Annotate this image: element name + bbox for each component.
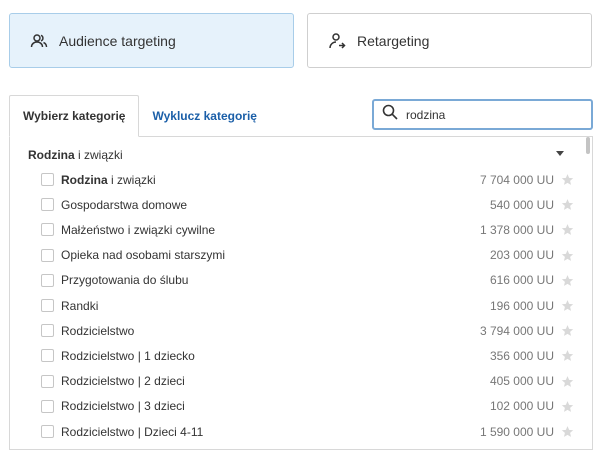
category-name: Gospodarstwa domowe: [61, 198, 490, 212]
category-name: Rodzicielstwo | 1 dziecko: [61, 349, 490, 363]
category-row[interactable]: Randki 196 000 UU: [41, 293, 574, 318]
category-name-match: Rodzina: [61, 172, 108, 187]
category-count: 7 704 000 UU: [479, 172, 554, 187]
category-checkbox[interactable]: [41, 299, 54, 312]
category-tabs: Wybierz kategorię Wyklucz kategorię: [9, 95, 270, 137]
tab-exclude-category[interactable]: Wyklucz kategorię: [139, 95, 269, 137]
category-row[interactable]: Rodzicielstwo | Dzieci 4-11 1 590 000 UU: [41, 419, 574, 444]
category-count: 356 000 UU: [489, 348, 554, 363]
star-icon[interactable]: [561, 249, 574, 262]
category-checkbox[interactable]: [41, 324, 54, 338]
retargeting-icon: [327, 31, 347, 51]
category-checkbox[interactable]: [41, 248, 54, 262]
category-name-rest: Rodzicielstwo: [61, 323, 135, 338]
category-name-rest: Opieka nad osobami starszymi: [61, 248, 226, 263]
category-count: 1 590 000 UU: [479, 424, 554, 439]
category-name-rest: Gospodarstwa domowe: [61, 197, 188, 212]
star-icon[interactable]: [561, 375, 574, 388]
star-icon[interactable]: [561, 299, 574, 312]
star-icon[interactable]: [561, 349, 574, 362]
category-name-rest: i związki: [107, 172, 156, 187]
group-header-bold: Rodzina: [28, 148, 75, 162]
category-count: 405 000 UU: [489, 374, 554, 389]
category-checkbox[interactable]: [41, 198, 54, 212]
star-icon[interactable]: [561, 173, 574, 186]
tab-select-category[interactable]: Wybierz kategorię: [9, 95, 140, 137]
star-icon[interactable]: [561, 400, 574, 413]
category-count: 540 000 UU: [489, 197, 554, 212]
star-icon[interactable]: [561, 274, 574, 287]
category-count: 3 794 000 UU: [479, 323, 554, 338]
category-count: 1 378 000 UU: [479, 222, 554, 237]
category-row[interactable]: Rodzicielstwo | 3 dzieci 102 000 UU: [41, 394, 574, 419]
group-header-rest: i związki: [74, 148, 123, 162]
category-count: 196 000 UU: [489, 298, 554, 313]
scrollbar[interactable]: [586, 137, 590, 154]
audience-icon: [29, 31, 49, 51]
category-row[interactable]: Opieka nad osobami starszymi 203 000 UU: [41, 243, 574, 268]
category-row[interactable]: Małżeństwo i związki cywilne 1 378 000 UU: [41, 217, 574, 242]
category-checkbox[interactable]: [41, 273, 54, 287]
category-checkbox[interactable]: [41, 173, 54, 186]
category-name-rest: Rodzicielstwo | 1 dziecko: [61, 348, 195, 363]
category-row[interactable]: Rodzicielstwo | 2 dzieci 405 000 UU: [41, 369, 574, 394]
star-icon[interactable]: [561, 324, 574, 337]
category-name: Przygotowania do ślubu: [61, 273, 490, 287]
category-row[interactable]: Gospodarstwa domowe 540 000 UU: [41, 192, 574, 217]
category-name: Rodzicielstwo: [61, 324, 480, 338]
category-name-rest: Przygotowania do ślubu: [61, 273, 189, 288]
category-name: Rodzicielstwo | 3 dzieci: [61, 399, 490, 413]
category-count: 102 000 UU: [489, 399, 554, 414]
chevron-down-icon[interactable]: [556, 151, 564, 156]
category-count: 203 000 UU: [489, 248, 554, 263]
category-checkbox[interactable]: [41, 374, 54, 388]
audience-targeting-card[interactable]: Audience targeting: [9, 13, 294, 68]
category-name: Randki: [61, 299, 490, 313]
category-panel: Rodzina i związki Rodzina i związki 7 704…: [9, 136, 593, 450]
star-icon[interactable]: [561, 223, 574, 236]
category-name-rest: Małżeństwo i związki cywilne: [61, 222, 216, 237]
category-name-rest: Rodzicielstwo | 2 dzieci: [61, 374, 185, 389]
category-name: Rodzicielstwo | 2 dzieci: [61, 374, 490, 388]
audience-targeting-label: Audience targeting: [59, 32, 176, 49]
category-row[interactable]: Przygotowania do ślubu 616 000 UU: [41, 268, 574, 293]
category-name: Rodzina i związki: [61, 173, 480, 187]
category-name-rest: Rodzicielstwo | Dzieci 4-11: [61, 424, 204, 439]
group-header[interactable]: Rodzina i związki: [28, 145, 564, 165]
category-name: Małżeństwo i związki cywilne: [61, 223, 480, 237]
star-icon[interactable]: [561, 198, 574, 211]
category-name-rest: Randki: [61, 298, 99, 313]
category-checkbox[interactable]: [41, 425, 54, 438]
search-box: [372, 99, 593, 130]
category-name: Opieka nad osobami starszymi: [61, 248, 490, 262]
star-icon[interactable]: [561, 425, 574, 438]
search-input[interactable]: [406, 107, 576, 122]
category-checkbox[interactable]: [41, 349, 54, 363]
category-checkbox[interactable]: [41, 223, 54, 237]
category-row[interactable]: Rodzicielstwo 3 794 000 UU: [41, 318, 574, 343]
category-checkbox[interactable]: [41, 399, 54, 413]
category-row[interactable]: Rodzina i związki 7 704 000 UU: [41, 167, 574, 192]
category-row[interactable]: Rodzicielstwo | 1 dziecko 356 000 UU: [41, 343, 574, 368]
category-name: Rodzicielstwo | Dzieci 4-11: [61, 425, 480, 439]
category-name-rest: Rodzicielstwo | 3 dzieci: [61, 399, 185, 414]
retargeting-card[interactable]: Retargeting: [307, 13, 592, 68]
search-icon: [382, 104, 398, 125]
retargeting-label: Retargeting: [357, 32, 430, 49]
category-count: 616 000 UU: [489, 273, 554, 288]
